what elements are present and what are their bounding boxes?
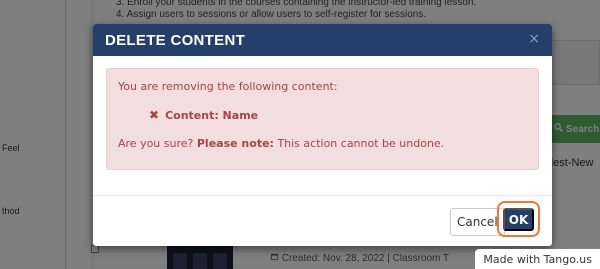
modal-footer: Cancel OK [93,196,552,246]
danger-alert: You are removing the following content: … [106,68,539,170]
alert-question: Are you sure? [118,137,194,150]
tango-watermark: Made with Tango.us [475,249,600,269]
ok-button[interactable]: OK [503,208,534,231]
x-mark-icon: ✖ [149,108,160,122]
modal-body: You are removing the following content: … [93,56,552,196]
ok-button-highlight: OK [497,201,540,237]
modal-title: DELETE CONTENT [105,31,246,49]
modal-header: DELETE CONTENT × [93,24,552,56]
delete-content-modal: DELETE CONTENT × You are removing the fo… [93,24,552,246]
content-item-label: Content: Name [165,108,259,122]
alert-warning: Are you sure? Please note: This action c… [118,137,444,150]
content-item: ✖ Content: Name [149,108,258,122]
alert-note-label: Please note: [196,137,274,150]
close-icon[interactable]: × [528,31,540,47]
alert-note-text: This action cannot be undone. [277,137,445,150]
alert-intro: You are removing the following content: [118,80,338,93]
